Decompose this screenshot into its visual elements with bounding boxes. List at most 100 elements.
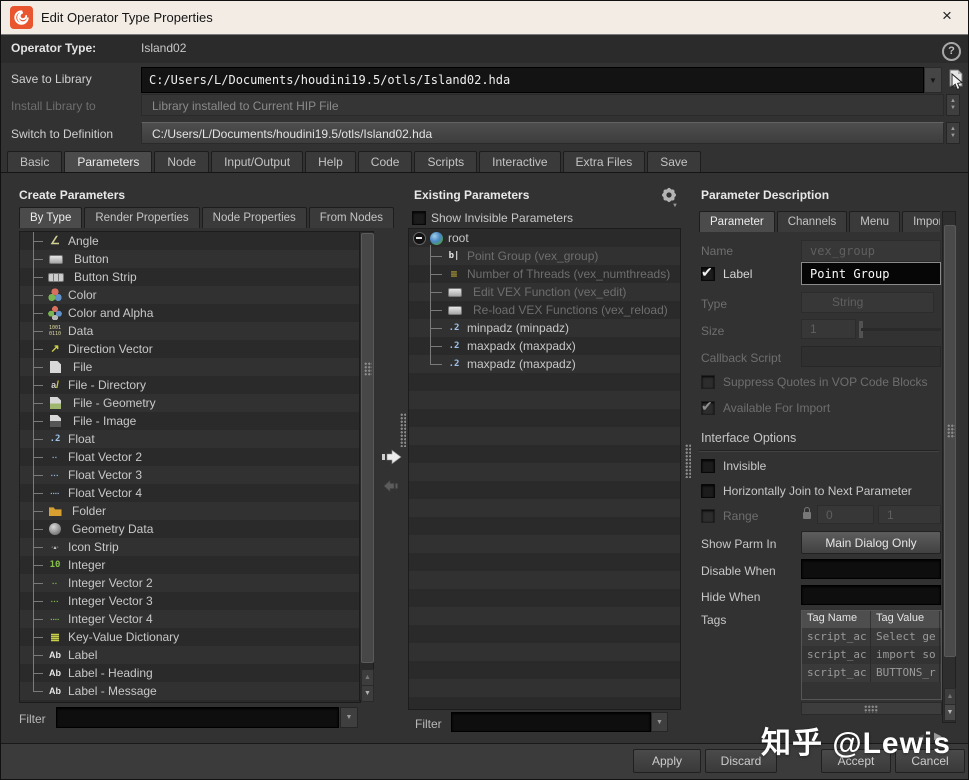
list-item-integer[interactable]: Integer xyxy=(20,556,360,574)
tree-item-number-of-threads[interactable]: Number of Threads (vex_numthreads) xyxy=(409,265,680,283)
apply-button[interactable]: Apply xyxy=(633,749,701,773)
help-icon[interactable]: ? xyxy=(942,42,961,61)
disable-when-field[interactable] xyxy=(801,559,941,579)
scrollbar-thumb[interactable] xyxy=(361,233,374,663)
invisible-checkbox[interactable] xyxy=(701,459,715,473)
tags-table-body: script_acSelect gescript_acimport soscri… xyxy=(802,628,941,700)
tags-table-row[interactable]: script_acimport so xyxy=(802,646,941,664)
tab-interactive[interactable]: Interactive xyxy=(479,151,560,173)
gear-menu-caret-icon[interactable]: ▼ xyxy=(672,203,678,209)
horizontal-join-checkbox[interactable] xyxy=(701,484,715,498)
switch-definition-spinner[interactable]: ▲▼ xyxy=(946,122,960,144)
tab-scripts[interactable]: Scripts xyxy=(414,151,477,173)
cp-tab-from-nodes[interactable]: From Nodes xyxy=(309,207,394,228)
desc-tab-parameter[interactable]: Parameter xyxy=(699,211,775,232)
list-item-direction-vector[interactable]: Direction Vector xyxy=(20,340,360,358)
tab-input-output[interactable]: Input/Output xyxy=(211,151,303,173)
tree-item-maxpadx[interactable]: maxpadx (maxpadx) xyxy=(409,337,680,355)
tab-code[interactable]: Code xyxy=(358,151,413,173)
list-item-file-geometry[interactable]: File - Geometry xyxy=(20,394,360,412)
move-right-arrow-icon[interactable] xyxy=(381,448,403,466)
list-item-color-and-alpha[interactable]: Color and Alpha xyxy=(20,304,360,322)
tab-parameters[interactable]: Parameters xyxy=(64,151,152,173)
left-filter-input[interactable] xyxy=(57,708,338,727)
cp-tab-render-properties[interactable]: Render Properties xyxy=(84,207,199,228)
list-item-button[interactable]: Button xyxy=(20,250,360,268)
collapse-icon[interactable] xyxy=(413,232,426,245)
tab-node[interactable]: Node xyxy=(154,151,209,173)
list-item-integer-vector-4[interactable]: Integer Vector 4 xyxy=(20,610,360,628)
gear-icon[interactable] xyxy=(661,187,677,203)
list-item-label-heading[interactable]: Label - Heading xyxy=(20,664,360,682)
list-item-float[interactable]: Float xyxy=(20,430,360,448)
list-item-float-vector-2[interactable]: Float Vector 2 xyxy=(20,448,360,466)
scroll-down-icon[interactable]: ▼ xyxy=(361,685,374,702)
list-item-geometry-data[interactable]: Geometry Data xyxy=(20,520,360,538)
empty-row xyxy=(409,571,680,589)
tags-table[interactable]: Tag Name Tag Value script_acSelect gescr… xyxy=(801,610,942,700)
label-field[interactable] xyxy=(801,262,941,285)
label-checkbox[interactable] xyxy=(701,267,715,281)
list-item-file-directory[interactable]: File - Directory xyxy=(20,376,360,394)
desc-tab-channels[interactable]: Channels xyxy=(777,211,848,232)
left-filter-dropdown-icon[interactable]: ▼ xyxy=(340,707,358,728)
cp-tab-node-properties[interactable]: Node Properties xyxy=(202,207,307,228)
list-item-float-vector-3[interactable]: Float Vector 3 xyxy=(20,466,360,484)
list-item-key-value-dictionary[interactable]: Key-Value Dictionary xyxy=(20,628,360,646)
hide-when-input[interactable] xyxy=(802,586,940,604)
list-item-label-message[interactable]: Label - Message xyxy=(20,682,360,700)
available-for-import-label: Available For Import xyxy=(723,401,830,415)
list-item-angle[interactable]: Angle xyxy=(20,232,360,250)
left-list-scrollbar[interactable]: ▲ ▼ xyxy=(359,231,374,701)
list-item-folder[interactable]: Folder xyxy=(20,502,360,520)
mid-filter-field[interactable] xyxy=(451,712,651,732)
switch-to-definition-field[interactable]: C:/Users/L/Documents/houdini19.5/otls/Is… xyxy=(141,122,944,144)
tree-item-minpadz[interactable]: minpadz (minpadz) xyxy=(409,319,680,337)
list-item-file[interactable]: File xyxy=(20,358,360,376)
splitter-grip[interactable] xyxy=(400,413,406,447)
tree-item-maxpadz[interactable]: maxpadz (maxpadz) xyxy=(409,355,680,373)
tags-horizontal-scrollbar[interactable] xyxy=(801,702,942,715)
scrollbar-thumb[interactable] xyxy=(944,225,956,657)
tree-item-edit-vex-function[interactable]: Edit VEX Function (vex_edit) xyxy=(409,283,680,301)
list-item-color[interactable]: Color xyxy=(20,286,360,304)
tags-table-row[interactable]: script_acSelect ge xyxy=(802,628,941,646)
right-panel-scrollbar[interactable]: ▲ ▼ xyxy=(942,211,956,723)
tree-item-re-load-vex-functions[interactable]: Re-load VEX Functions (vex_reload) xyxy=(409,301,680,319)
save-library-dropdown-icon[interactable]: ▼ xyxy=(924,67,942,93)
tab-extra-files[interactable]: Extra Files xyxy=(563,151,646,173)
list-item-label[interactable]: Label xyxy=(20,646,360,664)
label-input[interactable] xyxy=(802,263,940,284)
list-item-file-image[interactable]: File - Image xyxy=(20,412,360,430)
list-item-integer-vector-2[interactable]: Integer Vector 2 xyxy=(20,574,360,592)
show-parm-in-dropdown[interactable]: Main Dialog Only xyxy=(801,531,941,554)
show-invisible-parameters-checkbox[interactable] xyxy=(412,211,426,225)
mid-filter-dropdown-icon[interactable]: ▼ xyxy=(651,712,668,732)
left-filter-field[interactable] xyxy=(56,707,339,728)
close-icon[interactable]: × xyxy=(936,6,958,28)
save-to-library-field[interactable] xyxy=(141,67,924,93)
list-item-float-vector-4[interactable]: Float Vector 4 xyxy=(20,484,360,502)
desc-tab-import[interactable]: Import xyxy=(902,211,940,232)
splitter-grip[interactable] xyxy=(685,444,691,478)
save-to-library-input[interactable] xyxy=(142,68,923,92)
tree-item-point-group[interactable]: Point Group (vex_group) xyxy=(409,247,680,265)
hide-when-field[interactable] xyxy=(801,585,941,605)
cp-tab-by-type[interactable]: By Type xyxy=(19,207,82,228)
tree-root-row[interactable]: root xyxy=(409,229,680,247)
install-library-spinner[interactable]: ▲▼ xyxy=(946,94,960,116)
tab-basic[interactable]: Basic xyxy=(7,151,62,173)
tab-help[interactable]: Help xyxy=(305,151,356,173)
mid-filter-input[interactable] xyxy=(452,713,650,731)
disable-when-input[interactable] xyxy=(802,560,940,578)
list-item-button-strip[interactable]: Button Strip xyxy=(20,268,360,286)
scroll-up-icon[interactable]: ▲ xyxy=(944,688,956,705)
list-item-data[interactable]: Data xyxy=(20,322,360,340)
tags-table-row[interactable]: script_acBUTTONS_r xyxy=(802,664,941,682)
list-item-icon-strip[interactable]: Icon Strip xyxy=(20,538,360,556)
move-left-arrow-icon[interactable] xyxy=(383,479,400,493)
scroll-up-icon[interactable]: ▲ xyxy=(361,669,374,686)
list-item-integer-vector-3[interactable]: Integer Vector 3 xyxy=(20,592,360,610)
tab-save[interactable]: Save xyxy=(647,151,700,173)
desc-tab-menu[interactable]: Menu xyxy=(849,211,900,232)
